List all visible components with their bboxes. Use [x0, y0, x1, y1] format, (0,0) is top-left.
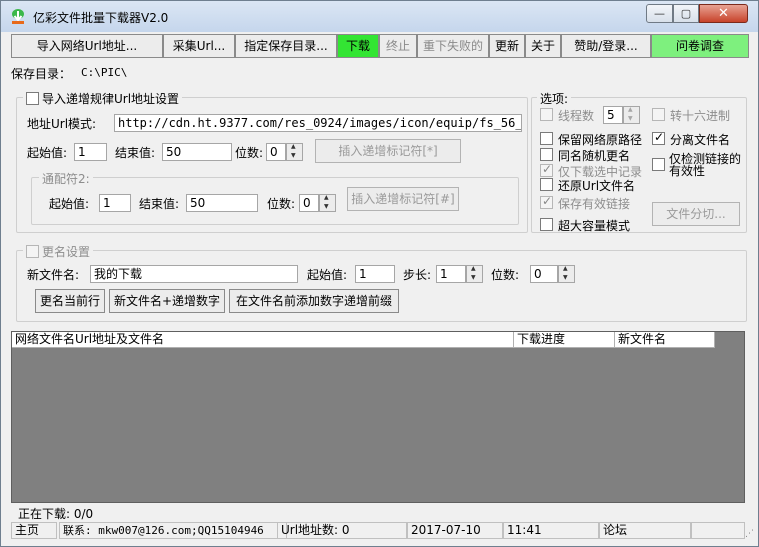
url-rule-group-title: 导入递增规律Url地址设置	[23, 90, 183, 107]
keep-path-checkbox[interactable]	[540, 132, 553, 145]
home-link[interactable]: 主页	[11, 522, 57, 539]
stop-button[interactable]: 终止	[379, 34, 417, 58]
restore-url-name-checkbox[interactable]	[540, 178, 553, 191]
wc2-end-input[interactable]: 50	[186, 194, 258, 212]
column-header-new-name[interactable]: 新文件名	[615, 332, 715, 348]
split-filename-label: 分离文件名	[670, 133, 731, 147]
restore-url-name-label: 还原Url文件名	[558, 179, 636, 193]
check-only-label: 仅检测链接的有效性	[669, 152, 742, 178]
prefix-increment-button[interactable]: 在文件名前添加数字递增前缀	[229, 289, 399, 313]
keep-valid-label: 保存有效链接	[558, 197, 631, 211]
hex-label: 转十六进制	[670, 109, 731, 123]
options-title: 选项:	[537, 90, 572, 107]
new-name-label: 新文件名:	[27, 268, 80, 282]
end-label: 结束值:	[115, 146, 156, 160]
close-button[interactable]: ✕	[699, 4, 748, 23]
download-button[interactable]: 下载	[337, 34, 379, 58]
save-dir-button[interactable]: 指定保存目录...	[235, 34, 337, 58]
download-list[interactable]: 网络文件名Url地址及文件名 下载进度 新文件名	[11, 331, 745, 503]
digits-spinner[interactable]	[286, 143, 303, 161]
app-logo-icon	[12, 9, 24, 24]
end-input[interactable]: 50	[162, 143, 232, 161]
threads-input[interactable]: 5	[603, 106, 623, 124]
url-rule-checkbox[interactable]	[26, 92, 39, 105]
large-mode-checkbox[interactable]	[540, 218, 553, 231]
window-title: 亿彩文件批量下载器V2.0	[33, 11, 169, 25]
step-label: 步长:	[403, 268, 432, 282]
rename-current-button[interactable]: 更名当前行	[35, 289, 105, 313]
url-count: Url地址数: 0	[277, 522, 407, 539]
contact-info: 联系: mkw007@126.com;QQ15104946	[59, 522, 287, 539]
downloading-status: 正在下载: 0/0	[18, 507, 94, 521]
save-dir-value: C:\PIC\	[81, 66, 128, 79]
new-name-input[interactable]: 我的下载	[90, 265, 298, 283]
rename-start-label: 起始值:	[307, 268, 348, 282]
wildcard2-title: 通配符2:	[39, 170, 93, 187]
random-rename-label: 同名随机更名	[558, 149, 631, 163]
name-plus-increment-button[interactable]: 新文件名+递增数字	[109, 289, 225, 313]
insert-hash-button[interactable]: 插入递增标记符[#]	[347, 187, 459, 211]
url-rule-title-text: 导入递增规律Url地址设置	[42, 92, 180, 106]
rename-group-title: 更名设置	[23, 243, 94, 260]
about-button[interactable]: 关于	[525, 34, 561, 58]
contact-text: 联系: mkw007@126.com;QQ15104946	[63, 524, 264, 537]
start-input[interactable]: 1	[74, 143, 107, 161]
rename-digits-label: 位数:	[491, 268, 520, 282]
keep-path-label: 保留网络原路径	[558, 133, 643, 147]
step-input[interactable]: 1	[436, 265, 466, 283]
wc2-digits-label: 位数:	[267, 197, 296, 211]
status-empty-cell	[691, 522, 745, 539]
threads-checkbox[interactable]	[540, 108, 553, 121]
rename-title-text: 更名设置	[42, 245, 91, 259]
rename-digits-input[interactable]: 0	[530, 265, 558, 283]
minimize-button[interactable]: —	[646, 4, 673, 23]
split-filename-checkbox[interactable]	[652, 130, 665, 145]
insert-star-button[interactable]: 插入递增标记符[*]	[315, 139, 461, 163]
step-spinner[interactable]	[466, 265, 483, 283]
rename-start-input[interactable]: 1	[355, 265, 395, 283]
file-split-button[interactable]: 文件分切...	[652, 202, 740, 226]
rename-digits-spinner[interactable]	[558, 265, 575, 283]
url-pattern-input[interactable]: http://cdn.ht.9377.com/res_0924/images/i…	[114, 114, 522, 132]
status-bar: 主页 联系: mkw007@126.com;QQ15104946 Url地址数:…	[11, 521, 745, 540]
save-dir-label: 保存目录：	[11, 67, 72, 81]
resize-grip-icon[interactable]: ⋰	[745, 529, 757, 541]
start-label: 起始值:	[27, 146, 68, 160]
threads-spinner[interactable]	[623, 106, 640, 124]
collect-url-button[interactable]: 采集Url...	[163, 34, 235, 58]
status-date: 2017-07-10	[407, 522, 503, 539]
forum-link[interactable]: 论坛	[599, 522, 691, 539]
download-status-line: 正在下载: 0/0	[11, 503, 745, 521]
import-url-button[interactable]: 导入网络Url地址...	[11, 34, 163, 58]
rename-checkbox[interactable]	[26, 245, 39, 258]
wc2-digits-input[interactable]: 0	[299, 194, 319, 212]
hex-checkbox[interactable]	[652, 108, 665, 121]
status-time: 11:41	[503, 522, 599, 539]
column-header-progress[interactable]: 下载进度	[514, 332, 615, 348]
url-pattern-label: 地址Url模式:	[27, 117, 97, 131]
large-mode-label: 超大容量模式	[558, 219, 631, 233]
threads-label: 线程数	[558, 109, 595, 123]
column-header-url[interactable]: 网络文件名Url地址及文件名	[12, 332, 514, 348]
wc2-start-label: 起始值:	[49, 197, 90, 211]
maximize-button[interactable]: ▢	[673, 4, 699, 23]
random-rename-checkbox[interactable]	[540, 148, 553, 161]
survey-button[interactable]: 问卷调查	[651, 34, 749, 58]
digits-label: 位数:	[235, 146, 264, 160]
keep-valid-checkbox[interactable]	[540, 194, 553, 209]
title-bar: 亿彩文件批量下载器V2.0 — ▢ ✕	[1, 1, 758, 32]
download-selected-checkbox[interactable]	[540, 162, 553, 177]
retry-failed-button[interactable]: 重下失败的	[417, 34, 489, 58]
digits-input[interactable]: 0	[266, 143, 286, 161]
update-button[interactable]: 更新	[489, 34, 525, 58]
sponsor-login-button[interactable]: 赞助/登录...	[561, 34, 651, 58]
wc2-end-label: 结束值:	[139, 197, 180, 211]
wc2-digits-spinner[interactable]	[319, 194, 336, 212]
app-window: 亿彩文件批量下载器V2.0 — ▢ ✕ 导入网络Url地址... 采集Url..…	[0, 0, 759, 547]
check-only-checkbox[interactable]	[652, 158, 665, 171]
wc2-start-input[interactable]: 1	[99, 194, 131, 212]
